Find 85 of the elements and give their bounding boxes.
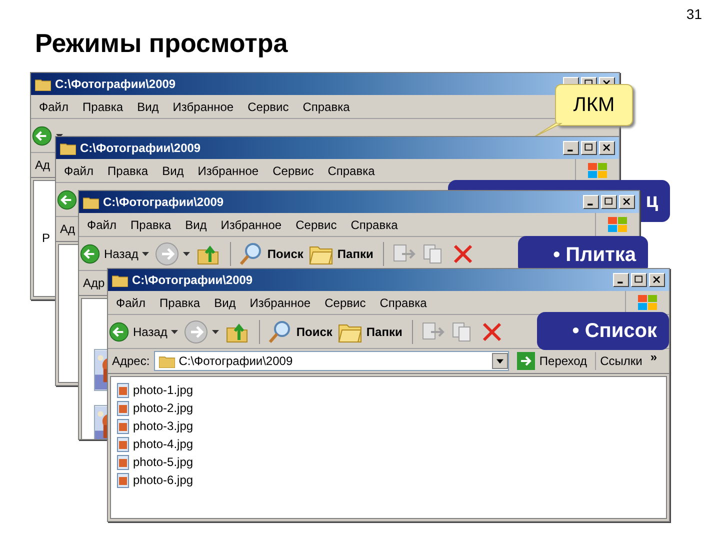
windows-logo-icon (636, 294, 658, 312)
caret-icon[interactable] (212, 330, 220, 334)
toolbar-label[interactable]: Поиск (267, 244, 304, 262)
file-item[interactable]: photo-6.jpg (117, 471, 666, 489)
image-file-icon (117, 472, 129, 488)
toolbar-label[interactable]: Поиск (296, 322, 332, 340)
menu-item[interactable]: Файл (87, 216, 117, 234)
toolbar-label[interactable]: Папки (366, 322, 402, 340)
file-name: Р (42, 230, 50, 247)
menu-item[interactable]: Сервис (296, 216, 337, 234)
folder-icon (35, 78, 51, 90)
menu-item[interactable]: Вид (214, 294, 236, 312)
window-title: C:\Фотографии\2009 (80, 140, 201, 157)
windows-logo-icon (586, 162, 608, 180)
page-number: 31 (686, 5, 702, 24)
minimize-icon[interactable] (613, 273, 629, 287)
menu-item[interactable]: Правка (160, 294, 200, 312)
menu-item[interactable]: Справка (380, 294, 427, 312)
menu-item[interactable]: Файл (64, 162, 94, 180)
menu-item[interactable]: Сервис (248, 98, 289, 116)
menu-item[interactable]: Правка (108, 162, 148, 180)
file-item[interactable]: photo-1.jpg (117, 381, 666, 399)
minimize-icon[interactable] (583, 195, 599, 209)
maximize-icon[interactable] (601, 195, 617, 209)
menu-item[interactable]: Файл (116, 294, 146, 312)
close-icon[interactable] (649, 273, 665, 287)
image-file-icon (117, 454, 129, 470)
window-title: C:\Фотографии\2009 (132, 272, 253, 289)
links-button[interactable]: Ссылки (595, 352, 646, 370)
menu-item[interactable]: Избранное (198, 162, 259, 180)
image-file-icon (117, 436, 129, 452)
caret-icon[interactable] (142, 252, 150, 256)
file-item[interactable]: photo-3.jpg (117, 417, 666, 435)
maximize-icon[interactable] (631, 273, 647, 287)
menu-item[interactable]: Файл (39, 98, 69, 116)
menu-item[interactable]: Избранное (220, 216, 282, 234)
menu-item[interactable]: Сервис (324, 294, 366, 312)
window-title: C:\Фотографии\2009 (55, 76, 176, 93)
menu-item[interactable]: Вид (185, 216, 207, 234)
menu-item[interactable]: Справка (302, 98, 350, 116)
label-tooltip: • Список (537, 312, 669, 350)
minimize-icon[interactable] (563, 141, 579, 155)
menu-item[interactable]: Избранное (250, 294, 311, 312)
file-item[interactable]: photo-5.jpg (117, 453, 666, 471)
file-item[interactable]: photo-2.jpg (117, 399, 666, 417)
image-file-icon (117, 418, 129, 434)
address-label: Адрес: (112, 353, 150, 370)
toolbar-label[interactable]: Назад (104, 244, 138, 262)
close-icon[interactable] (599, 141, 615, 155)
maximize-icon[interactable] (581, 141, 597, 155)
chevron-button[interactable]: » (650, 348, 657, 366)
menu-item[interactable]: Сервис (272, 162, 314, 180)
search-icon[interactable] (268, 320, 292, 344)
search-icon[interactable] (239, 242, 264, 266)
go-button[interactable]: Переход (513, 352, 592, 370)
menu-item[interactable]: Правка (82, 98, 124, 116)
file-item[interactable]: photo-4.jpg (117, 435, 666, 453)
address-field[interactable]: C:\Фотографии\2009 (154, 351, 510, 371)
address-label: Ад (35, 157, 50, 174)
menu-item[interactable]: Справка (350, 216, 398, 234)
toolbar-label[interactable]: Назад (133, 322, 168, 340)
window-title: C:\Фотографии\2009 (103, 194, 224, 211)
address-label: Ад (60, 221, 76, 238)
menu-item[interactable]: Справка (328, 162, 375, 180)
windows-logo-icon (606, 216, 628, 234)
address-label: Адр (83, 275, 105, 292)
caret-icon[interactable] (183, 252, 190, 256)
delete-icon[interactable] (452, 242, 474, 264)
caret-icon[interactable] (171, 330, 178, 334)
pointer-tail-icon (534, 123, 562, 137)
image-file-icon (117, 382, 129, 398)
dropdown-icon[interactable] (492, 353, 508, 369)
slide-title: Режимы просмотра (35, 27, 288, 60)
toolbar-label[interactable]: Папки (337, 244, 374, 262)
folder-icon (60, 142, 76, 154)
folder-icon (83, 196, 99, 208)
menu-item[interactable]: Вид (137, 98, 159, 116)
image-file-icon (117, 400, 129, 416)
menu-item[interactable]: Вид (162, 162, 184, 180)
folder-icon (158, 354, 175, 368)
menu-item[interactable]: Избранное (172, 98, 234, 116)
folder-icon (112, 274, 128, 286)
menu-item[interactable]: Правка (130, 216, 172, 234)
delete-icon[interactable] (481, 320, 504, 342)
close-icon[interactable] (619, 195, 635, 209)
